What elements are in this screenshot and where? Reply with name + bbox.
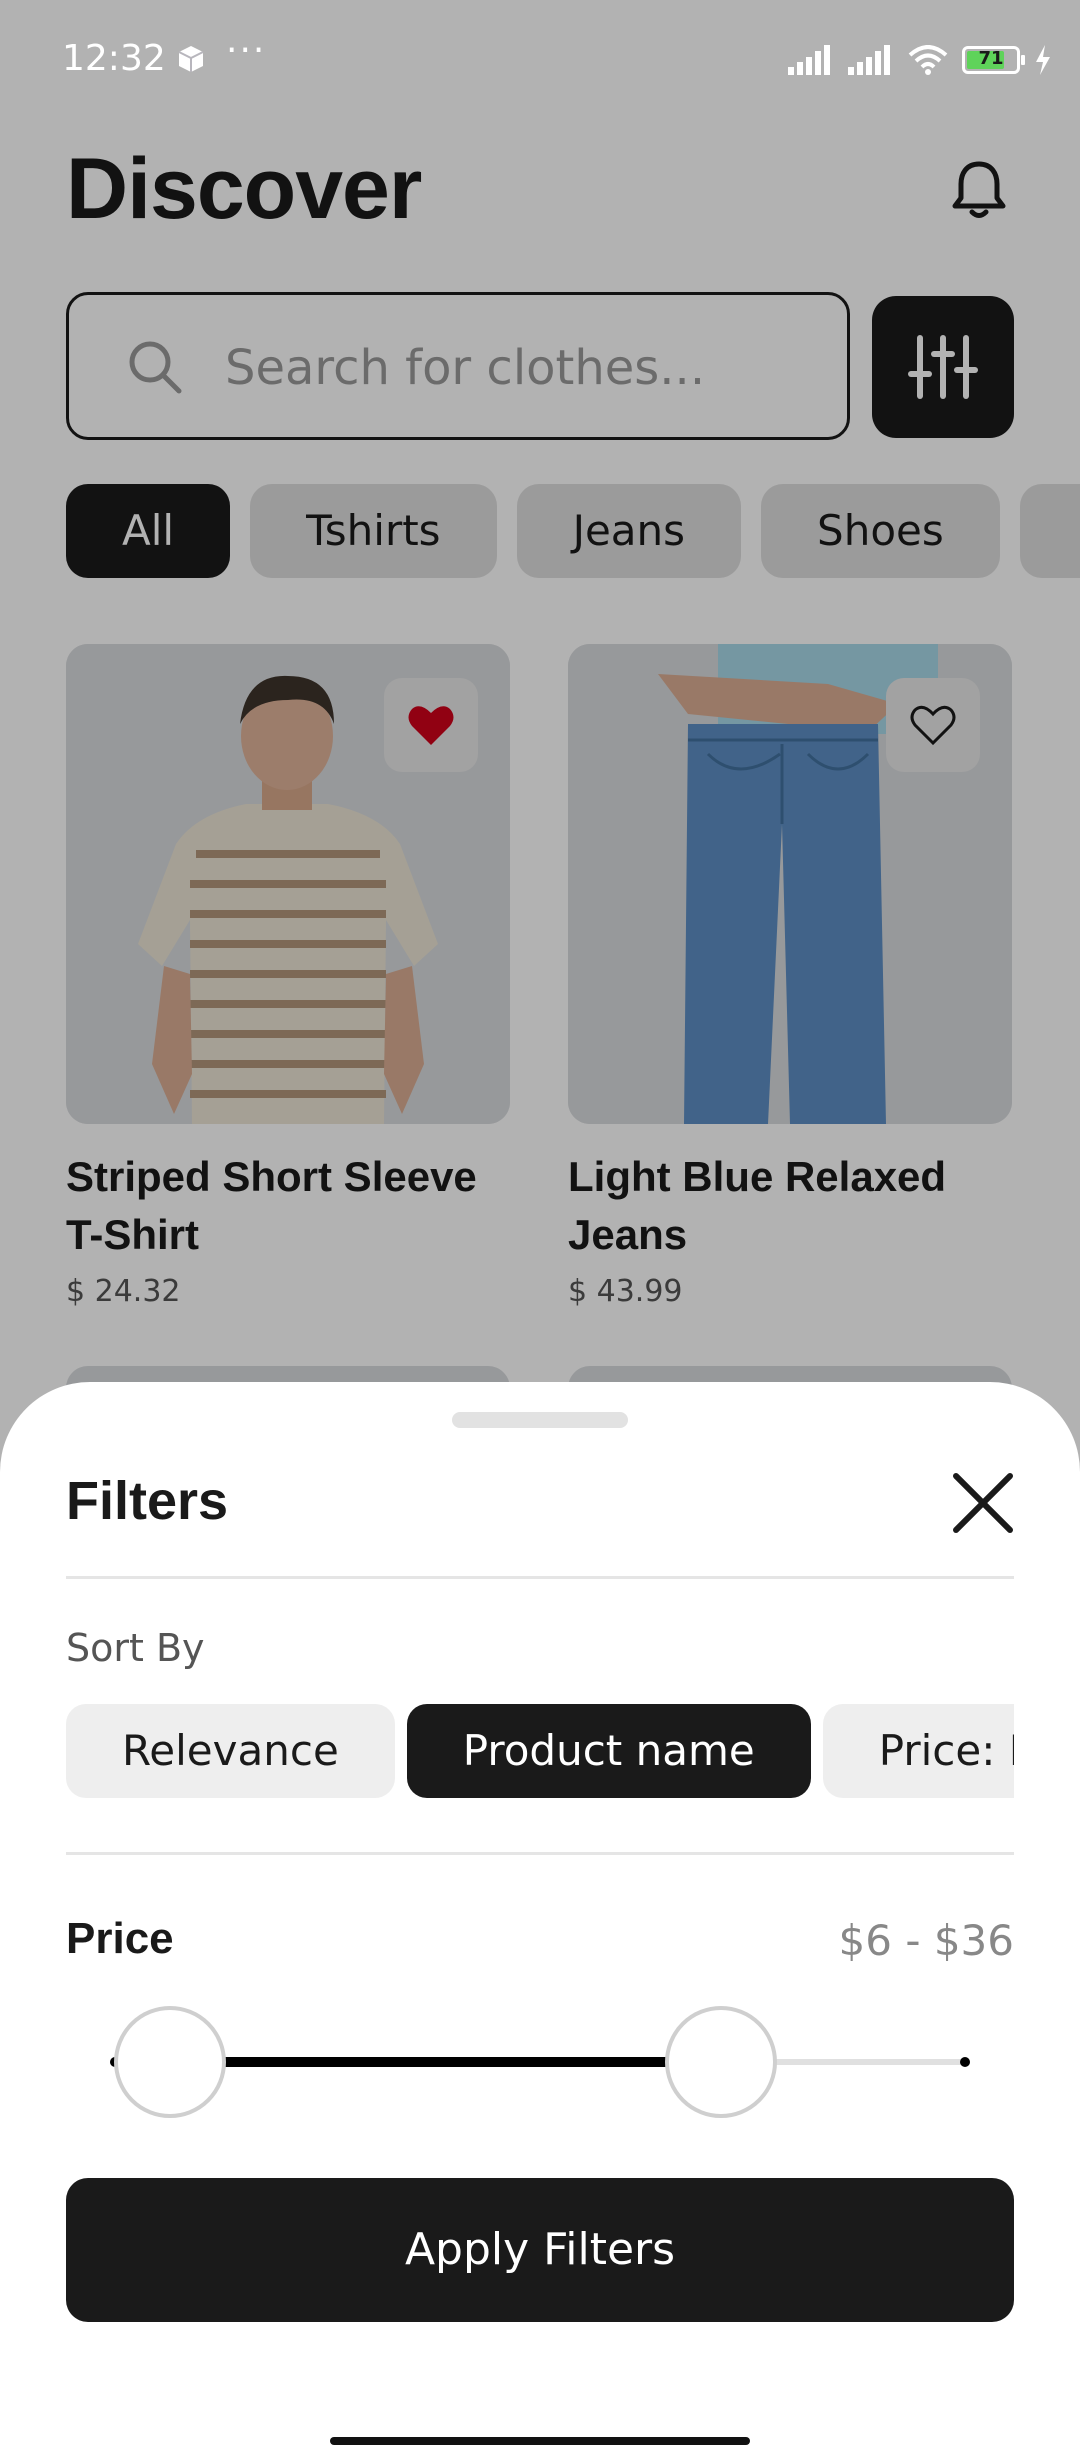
sort-label: Sort By [66, 1626, 205, 1670]
box-icon [178, 46, 204, 72]
wifi-icon [908, 45, 948, 75]
sort-options: Relevance Product name Price: Lo [66, 1704, 1014, 1798]
sort-option-product-name[interactable]: Product name [406, 1704, 811, 1798]
sheet-title: Filters [66, 1471, 229, 1531]
filters-sheet: Filters Sort By Relevance Product name P… [0, 1382, 1080, 2460]
price-range-slider[interactable] [110, 2002, 970, 2122]
home-indicator[interactable] [330, 2437, 750, 2445]
price-range-value: $6 - $36 [838, 1916, 1014, 1965]
price-label: Price [66, 1914, 174, 1963]
apply-filters-button[interactable]: Apply Filters [66, 2178, 1014, 2322]
slider-max-dot [960, 2057, 970, 2067]
sheet-handle[interactable] [452, 1412, 628, 1428]
sort-option-relevance[interactable]: Relevance [66, 1704, 395, 1798]
signal-icon [788, 45, 830, 75]
close-icon[interactable] [950, 1470, 1016, 1536]
battery-level: 71 [978, 48, 1004, 69]
status-bar: 12:32 ··· 71 [0, 0, 1080, 110]
signal-icon [848, 45, 890, 75]
discover-screen: Discover All Tshirts Jeans Shoes [0, 0, 1080, 2460]
status-time: 12:32 [62, 38, 166, 79]
sort-option-price-low[interactable]: Price: Lo [822, 1704, 1014, 1798]
slider-thumb-min[interactable] [114, 2006, 227, 2118]
divider [66, 1852, 1014, 1855]
battery-icon: 71 [962, 46, 1025, 74]
status-more: ··· [226, 30, 267, 71]
divider [66, 1576, 1014, 1579]
slider-thumb-max[interactable] [664, 2006, 777, 2118]
charging-icon [1036, 45, 1050, 75]
slider-active-track [170, 2057, 721, 2067]
